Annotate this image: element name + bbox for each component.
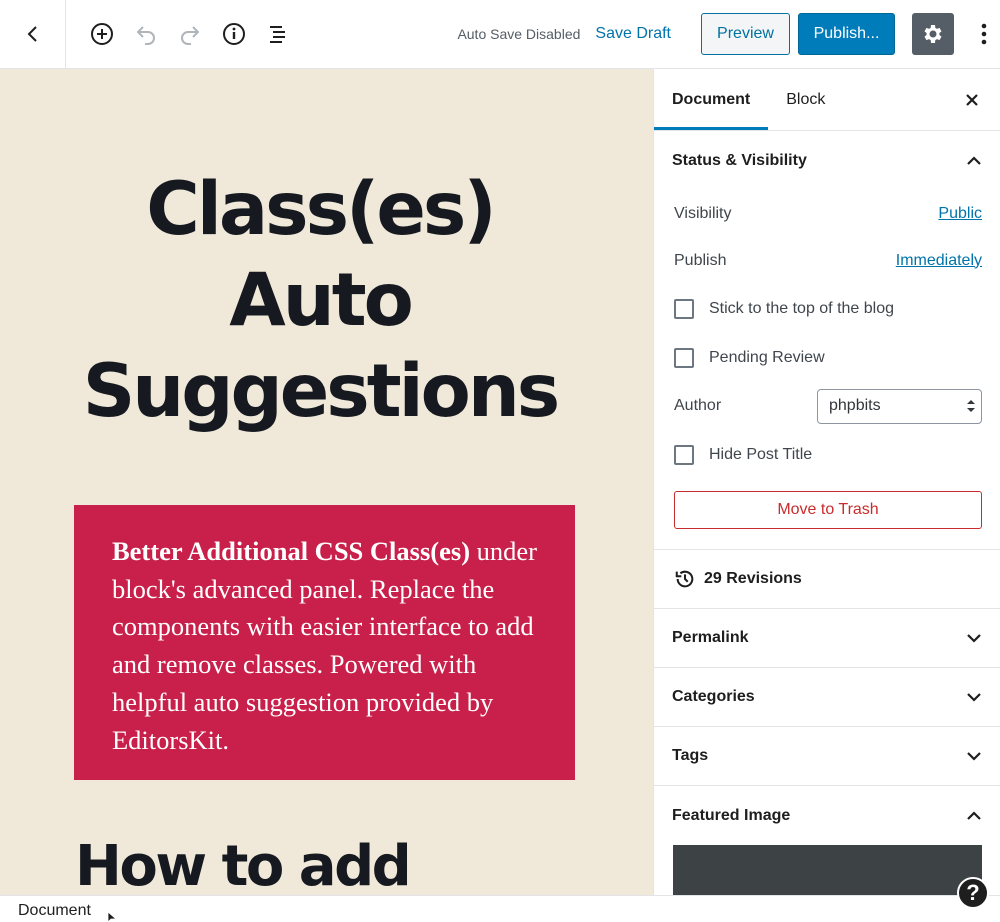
gear-icon [924, 25, 942, 43]
chevron-down-icon [967, 634, 981, 643]
sticky-checkbox[interactable] [674, 298, 694, 319]
tags-panel-toggle[interactable]: Tags [654, 727, 1000, 786]
block-navigation-button[interactable] [256, 12, 300, 56]
author-row: Author phpbits [674, 382, 982, 430]
heading-block[interactable]: How to add [75, 837, 412, 896]
post-title[interactable]: Class(es) Auto Suggestions [40, 164, 600, 437]
chevron-left-icon [27, 26, 37, 42]
post-title-line: Class(es) [146, 167, 496, 252]
info-icon [223, 23, 245, 45]
revisions-link[interactable]: 29 Revisions [654, 550, 1000, 609]
add-block-icon [91, 23, 113, 45]
cover-block[interactable]: Better Additional CSS Class(es) under bl… [74, 505, 575, 780]
featured-image-panel-toggle[interactable]: Featured Image [654, 786, 1000, 845]
post-title-line: Auto [229, 258, 414, 343]
sticky-option[interactable]: Stick to the top of the blog [674, 284, 982, 333]
breadcrumb[interactable]: Document [18, 902, 91, 920]
pending-review-label: Pending Review [709, 348, 825, 366]
panel-title: Categories [672, 688, 755, 705]
autosave-status: Auto Save Disabled [457, 26, 581, 42]
cover-body-text: under block's advanced panel. Replace th… [112, 536, 537, 755]
sidebar-tabs: Document Block [654, 69, 1000, 131]
revisions-label: 29 Revisions [704, 570, 802, 587]
publish-button[interactable]: Publish... [798, 13, 895, 55]
undo-icon [136, 26, 155, 45]
close-sidebar-button[interactable] [960, 88, 984, 112]
close-icon [966, 94, 978, 106]
chevron-up-icon [967, 810, 981, 820]
redo-icon [181, 26, 200, 45]
history-icon [675, 570, 694, 588]
cover-paragraph[interactable]: Better Additional CSS Class(es) under bl… [112, 533, 537, 759]
visibility-row: Visibility Public [674, 190, 982, 237]
publish-date-toggle[interactable]: Immediately [896, 252, 982, 270]
help-button[interactable]: ? [957, 877, 989, 909]
editor-header: Auto Save Disabled Save Draft Preview Pu… [0, 0, 1000, 69]
editor-footer: Document [0, 895, 1000, 922]
move-to-trash-button[interactable]: Move to Trash [674, 491, 982, 529]
pending-review-option[interactable]: Pending Review [674, 333, 982, 382]
author-select[interactable]: phpbits [817, 388, 982, 424]
panel-title: Status & Visibility [672, 151, 807, 169]
tab-document[interactable]: Document [654, 69, 769, 130]
publish-label: Publish [674, 251, 727, 269]
status-visibility-panel: Visibility Public Publish Immediately St… [654, 190, 1000, 550]
undo-button[interactable] [124, 12, 168, 56]
mouse-cursor-icon [108, 912, 118, 922]
content-info-button[interactable] [212, 12, 256, 56]
editor-canvas[interactable]: Class(es) Auto Suggestions Better Additi… [0, 69, 653, 895]
hide-title-label: Hide Post Title [709, 445, 813, 463]
save-draft-button[interactable]: Save Draft [595, 25, 671, 43]
visibility-toggle[interactable]: Public [938, 205, 982, 223]
status-visibility-panel-toggle[interactable]: Status & Visibility [654, 131, 1000, 190]
add-block-button[interactable] [80, 12, 124, 56]
panel-title: Featured Image [672, 806, 791, 824]
more-vertical-icon [981, 23, 987, 45]
chevron-down-icon [967, 693, 981, 702]
visibility-label: Visibility [674, 204, 732, 222]
tab-block[interactable]: Block [768, 69, 843, 130]
featured-image-preview[interactable] [673, 845, 982, 895]
cover-bold-text: Better Additional CSS Class(es) [112, 536, 471, 566]
permalink-panel-toggle[interactable]: Permalink [654, 609, 1000, 668]
settings-sidebar: Document Block Status & Visibility Visib… [653, 69, 1000, 895]
select-arrows-icon [967, 400, 975, 412]
redo-button[interactable] [168, 12, 212, 56]
author-select-value: phpbits [829, 397, 881, 414]
author-label: Author [674, 397, 722, 414]
hide-title-option[interactable]: Hide Post Title [674, 430, 982, 479]
categories-panel-toggle[interactable]: Categories [654, 668, 1000, 727]
publish-row: Publish Immediately [674, 237, 982, 284]
settings-button[interactable] [912, 13, 954, 55]
sticky-label: Stick to the top of the blog [709, 299, 895, 317]
outline-icon [270, 26, 285, 43]
panel-title: Tags [672, 747, 709, 764]
hide-title-checkbox[interactable] [674, 444, 694, 465]
back-button[interactable] [0, 0, 66, 68]
chevron-up-icon [967, 155, 981, 165]
preview-button[interactable]: Preview [701, 13, 790, 55]
more-menu-button[interactable] [968, 12, 1000, 56]
post-title-line: Suggestions [82, 349, 561, 434]
pending-review-checkbox[interactable] [674, 347, 694, 368]
panel-title: Permalink [672, 629, 749, 646]
chevron-down-icon [967, 752, 981, 761]
